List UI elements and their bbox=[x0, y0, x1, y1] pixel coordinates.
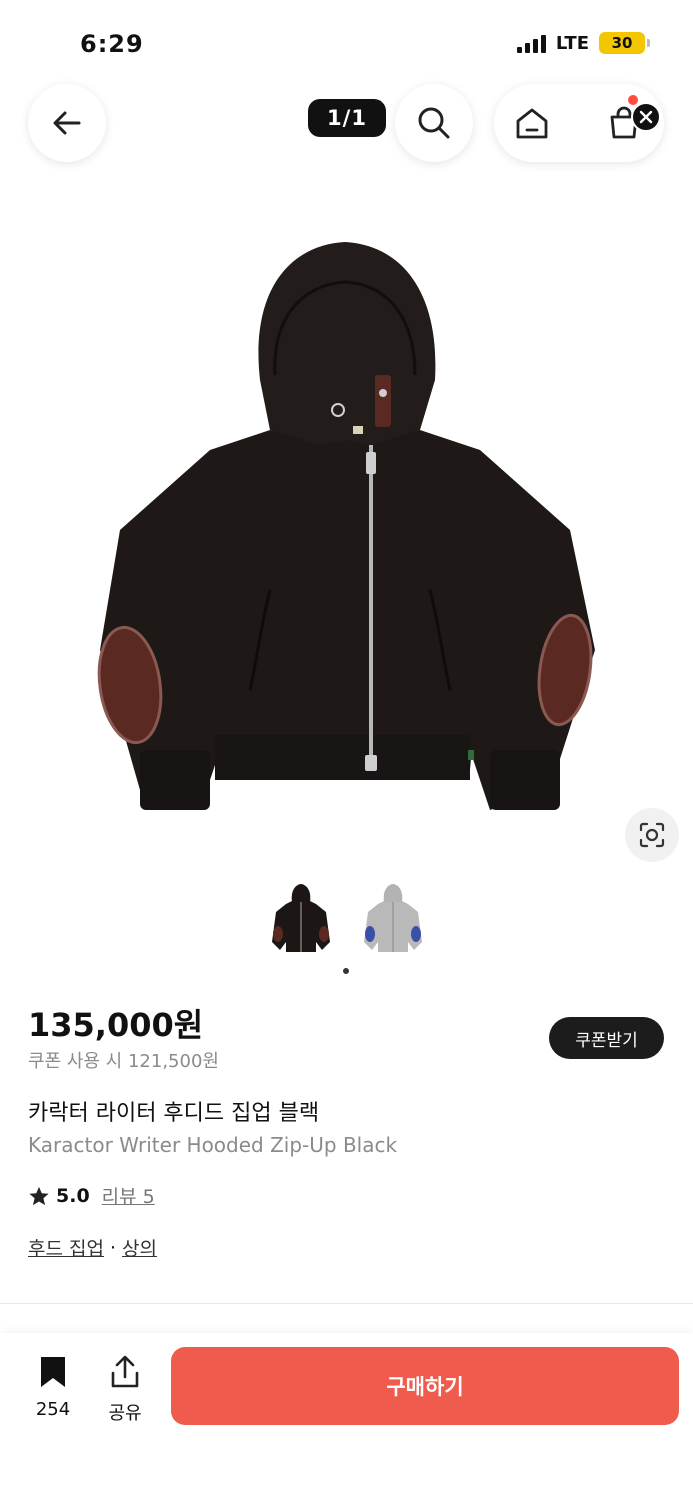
coupon-price: 쿠폰 사용 시 121,500원 bbox=[28, 1051, 219, 1072]
bookmark-button[interactable]: 254 bbox=[30, 1355, 76, 1420]
battery-icon: 30 bbox=[599, 32, 650, 54]
category-link-hood-zipup[interactable]: 후드 집업 bbox=[28, 1234, 104, 1261]
home-button[interactable] bbox=[512, 103, 552, 147]
rating-row: 5.0 리뷰 5 bbox=[28, 1182, 155, 1209]
status-indicators: LTE 30 bbox=[516, 32, 650, 54]
black-hoodie-thumb-icon bbox=[271, 884, 330, 952]
bookmark-count: 254 bbox=[35, 1399, 71, 1420]
buy-button[interactable]: 구매하기 bbox=[171, 1347, 679, 1425]
notification-dot bbox=[628, 95, 638, 105]
page-indicator-dot bbox=[343, 968, 349, 974]
close-badge[interactable] bbox=[631, 102, 661, 132]
product-image[interactable] bbox=[60, 230, 635, 830]
arrow-left-icon bbox=[53, 111, 81, 135]
category-breadcrumb: 후드 집업 · 상의 bbox=[28, 1234, 157, 1261]
thumbnail-strip bbox=[0, 880, 693, 960]
category-link-top[interactable]: 상의 bbox=[122, 1234, 157, 1261]
category-separator: · bbox=[109, 1236, 117, 1259]
lens-icon bbox=[639, 822, 665, 848]
home-icon bbox=[516, 108, 548, 139]
search-button[interactable] bbox=[395, 84, 473, 162]
close-icon bbox=[639, 110, 653, 124]
image-search-button[interactable] bbox=[625, 808, 679, 862]
rating-score: 5.0 bbox=[56, 1184, 90, 1207]
gray-hoodie-thumb-icon bbox=[363, 884, 422, 952]
image-counter: 1/1 bbox=[308, 99, 386, 137]
bookmark-icon bbox=[41, 1357, 65, 1387]
network-label: LTE bbox=[555, 32, 589, 54]
back-button[interactable] bbox=[28, 84, 106, 162]
product-name-korean: 카락터 라이터 후디드 집업 블랙 bbox=[28, 1101, 320, 1126]
review-link[interactable]: 리뷰 5 bbox=[102, 1182, 155, 1209]
product-price: 135,000원 bbox=[28, 1006, 204, 1044]
star-icon bbox=[29, 1186, 49, 1205]
search-icon bbox=[418, 107, 450, 139]
signal-icon bbox=[516, 33, 546, 53]
share-label: 공유 bbox=[108, 1403, 142, 1424]
share-button[interactable]: 공유 bbox=[102, 1355, 148, 1425]
thumbnail-gray[interactable] bbox=[358, 880, 428, 960]
divider bbox=[0, 1303, 693, 1304]
status-time: 6:29 bbox=[80, 30, 144, 58]
share-icon bbox=[111, 1355, 139, 1388]
thumbnail-black[interactable] bbox=[266, 880, 336, 960]
get-coupon-button[interactable]: 쿠폰받기 bbox=[549, 1017, 664, 1059]
product-name-english: Karactor Writer Hooded Zip-Up Black bbox=[28, 1133, 398, 1157]
battery-level: 30 bbox=[611, 34, 633, 52]
